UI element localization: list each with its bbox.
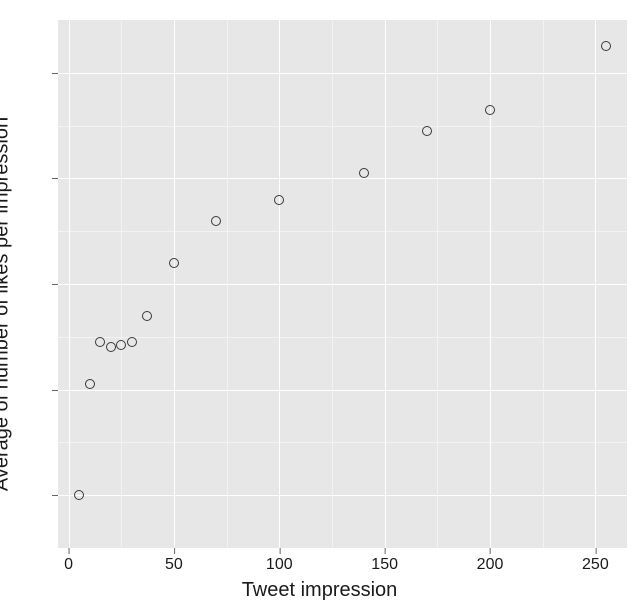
grid-line-v [490, 20, 491, 548]
data-point [359, 168, 369, 178]
data-point [274, 195, 284, 205]
y-tick-mark [52, 390, 58, 391]
data-point [422, 126, 432, 136]
data-point [485, 105, 495, 115]
grid-line-h-minor [58, 231, 627, 232]
data-point [95, 337, 105, 347]
y-tick-mark [52, 178, 58, 179]
y-tick-mark [52, 284, 58, 285]
grid-line-v-minor [121, 20, 122, 548]
grid-line-v-minor [227, 20, 228, 548]
grid-line-h-minor [58, 337, 627, 338]
grid-line-h [58, 390, 627, 391]
data-point [116, 340, 126, 350]
x-tick-label: 0 [64, 556, 73, 574]
grid-line-h [58, 178, 627, 179]
data-point [74, 490, 84, 500]
data-point [169, 258, 179, 268]
y-axis-label: Average of number of likes per impressio… [0, 117, 14, 491]
grid-line-v [595, 20, 596, 548]
x-tick-label: 250 [582, 556, 609, 574]
grid-line-h-minor [58, 442, 627, 443]
y-tick-mark [52, 73, 58, 74]
grid-line-h [58, 284, 627, 285]
x-tick-label: 200 [477, 556, 504, 574]
data-point [601, 41, 611, 51]
x-axis-label: Tweet impression [242, 579, 398, 602]
scatter-chart: Average of number of likes per impressio… [0, 0, 639, 608]
x-tick-label: 150 [371, 556, 398, 574]
grid-line-v [385, 20, 386, 548]
grid-line-v-minor [437, 20, 438, 548]
grid-line-v [174, 20, 175, 548]
grid-line-h-minor [58, 126, 627, 127]
x-tick-label: 100 [266, 556, 293, 574]
grid-line-v [279, 20, 280, 548]
x-tick-label: 50 [165, 556, 183, 574]
grid-line-v-minor [543, 20, 544, 548]
grid-line-h [58, 495, 627, 496]
grid-line-v-minor [332, 20, 333, 548]
data-point [127, 337, 137, 347]
grid-line-h [58, 73, 627, 74]
y-tick-mark [52, 495, 58, 496]
data-point [106, 342, 116, 352]
plot-area: 050100150200250 [58, 20, 627, 548]
data-point [142, 311, 152, 321]
data-point [85, 379, 95, 389]
grid-line-v [69, 20, 70, 548]
data-point [211, 216, 221, 226]
